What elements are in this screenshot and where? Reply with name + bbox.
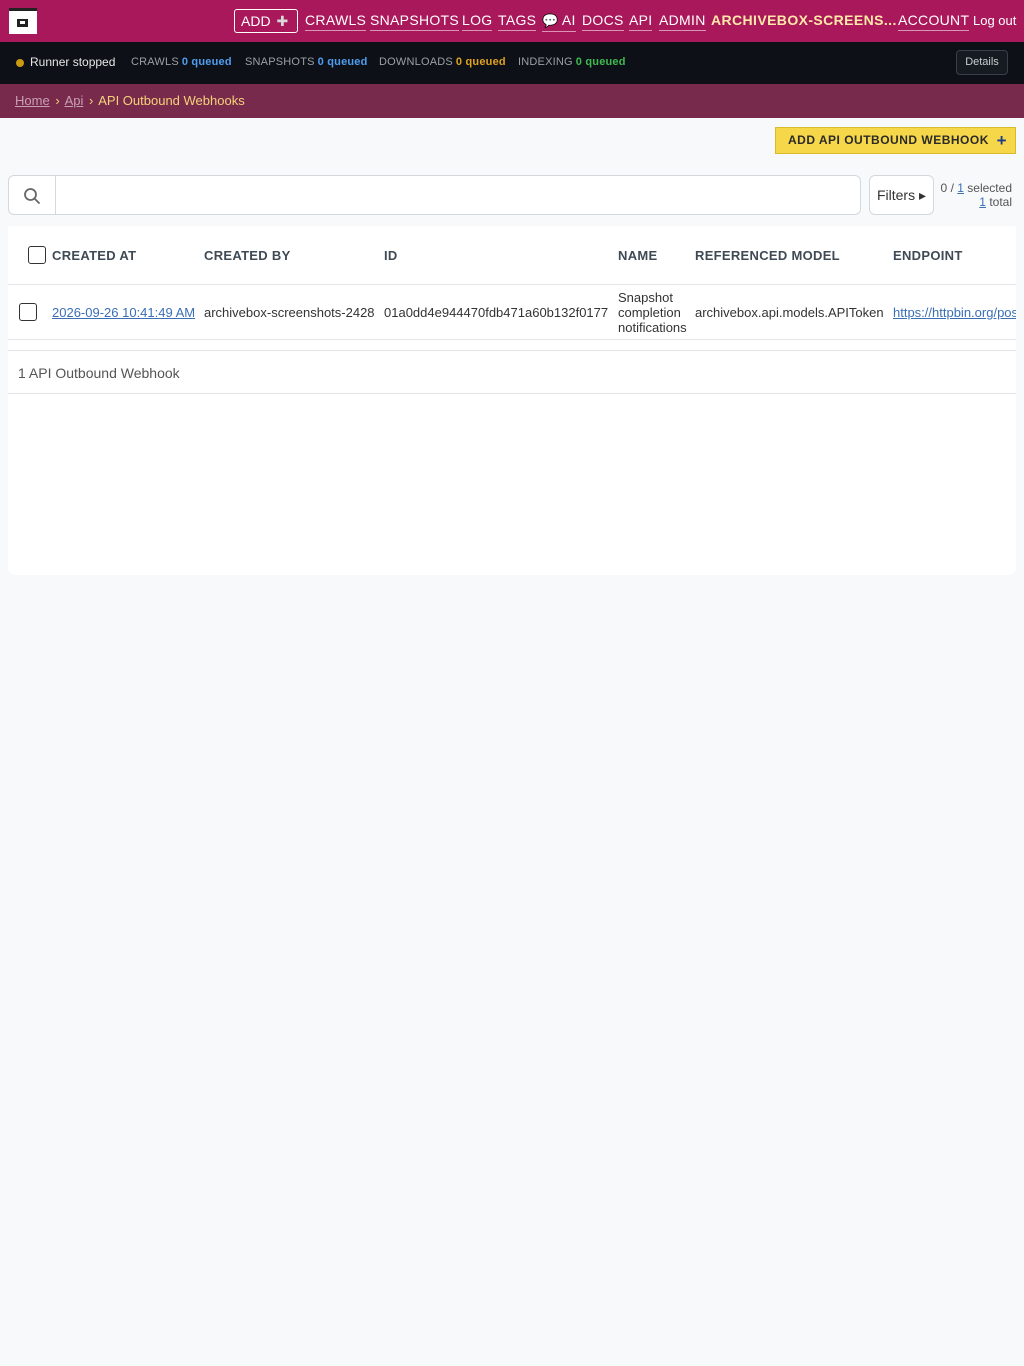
runner-status: Runner stopped bbox=[30, 55, 116, 69]
column-name[interactable]: NAME bbox=[618, 248, 657, 263]
logout-link[interactable]: Log out bbox=[973, 13, 1016, 28]
created-by-cell: archivebox-screenshots-2428 bbox=[204, 305, 375, 320]
column-created-at[interactable]: CREATED AT bbox=[52, 248, 136, 263]
referenced-model-cell: archivebox.api.models.APIToken bbox=[695, 305, 884, 320]
plus-icon: + bbox=[996, 131, 1007, 150]
breadcrumb: Home › Api › API Outbound Webhooks bbox=[15, 93, 245, 108]
search-box[interactable] bbox=[8, 175, 861, 215]
nav-api[interactable]: API bbox=[629, 12, 653, 31]
stat-downloads: DOWNLOADS 0 queued bbox=[379, 56, 506, 68]
stat-crawls: CRAWLS 0 queued bbox=[131, 56, 232, 68]
nav-admin[interactable]: ADMIN bbox=[659, 12, 706, 31]
results-panel: CREATED AT CREATED BY ID NAME REFERENCED… bbox=[8, 226, 1016, 575]
selection-count: 0 / 1 selected 1 total bbox=[940, 181, 1012, 209]
nav-user[interactable]: ARCHIVEBOX-SCREENS... bbox=[711, 12, 897, 28]
column-created-by[interactable]: CREATED BY bbox=[204, 248, 291, 263]
column-endpoint[interactable]: ENDPOINT bbox=[893, 248, 963, 263]
add-button[interactable]: ADD ✚ bbox=[234, 9, 298, 33]
endpoint-link[interactable]: https://httpbin.org/post bbox=[893, 305, 1016, 320]
result-count: 1 API Outbound Webhook bbox=[18, 365, 180, 381]
stat-indexing: INDEXING 0 queued bbox=[518, 56, 626, 68]
add-webhook-button[interactable]: ADD API OUTBOUND WEBHOOK + bbox=[775, 127, 1016, 154]
column-id[interactable]: ID bbox=[384, 248, 398, 263]
nav-snapshots[interactable]: SNAPSHOTS bbox=[370, 12, 460, 31]
nav-log[interactable]: LOG bbox=[462, 12, 493, 31]
breadcrumb-current: API Outbound Webhooks bbox=[98, 93, 245, 108]
breadcrumb-home[interactable]: Home bbox=[15, 93, 50, 108]
search-icon bbox=[24, 188, 40, 204]
nav-crawls[interactable]: CRAWLS bbox=[305, 12, 367, 31]
created-at-link[interactable]: 2026-09-26 10:41:49 AM bbox=[52, 305, 195, 320]
select-all-link[interactable]: 1 bbox=[957, 181, 964, 195]
speech-bubble-icon: 💬 bbox=[542, 13, 559, 28]
plus-icon: ✚ bbox=[276, 13, 289, 29]
column-referenced-model[interactable]: REFERENCED MODEL bbox=[695, 248, 840, 263]
select-all-checkbox[interactable] bbox=[28, 246, 46, 264]
stat-snapshots: SNAPSHOTS 0 queued bbox=[245, 56, 368, 68]
total-link[interactable]: 1 bbox=[979, 195, 986, 209]
table-header: CREATED AT CREATED BY ID NAME REFERENCED… bbox=[8, 226, 1016, 285]
name-cell: Snapshot completion notifications bbox=[618, 290, 687, 335]
archivebox-logo-icon[interactable] bbox=[9, 8, 37, 34]
filters-button[interactable]: Filters ▸ bbox=[869, 175, 934, 215]
row-checkbox[interactable] bbox=[19, 303, 37, 321]
nav-account[interactable]: ACCOUNT bbox=[898, 12, 970, 31]
nav-docs[interactable]: DOCS bbox=[582, 12, 624, 31]
table-row: 2026-09-26 10:41:49 AM archivebox-screen… bbox=[8, 285, 1016, 340]
runner-status-dot bbox=[16, 59, 24, 67]
results-footer: 1 API Outbound Webhook bbox=[8, 350, 1016, 394]
breadcrumb-api[interactable]: Api bbox=[65, 93, 84, 108]
details-button[interactable]: Details bbox=[956, 50, 1008, 75]
nav-tags[interactable]: TAGS bbox=[498, 12, 537, 31]
nav-ai[interactable]: 💬 AI bbox=[542, 12, 576, 32]
search-input[interactable] bbox=[61, 180, 851, 210]
id-cell: 01a0dd4e944470fdb471a60b132f0177 bbox=[384, 305, 609, 320]
